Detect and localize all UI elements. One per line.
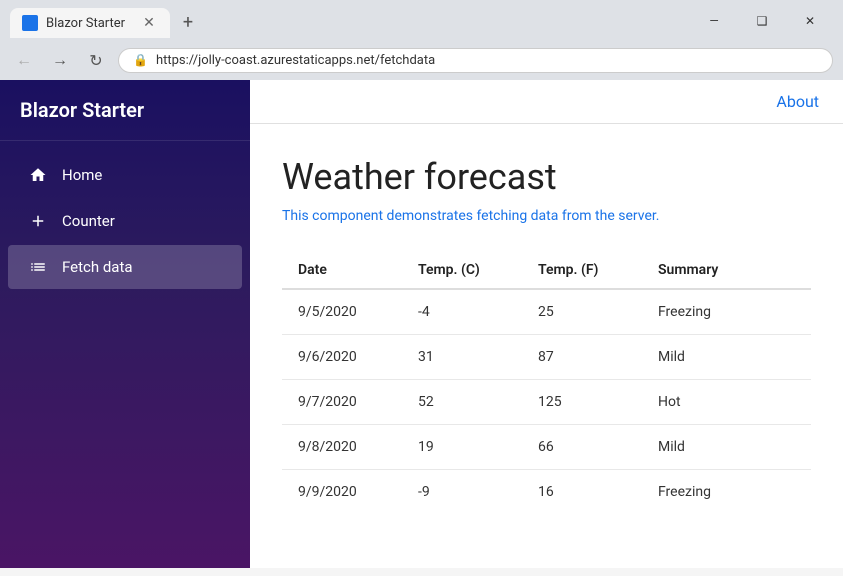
cell-summary: Hot	[642, 380, 811, 425]
new-tab-button[interactable]: +	[174, 8, 202, 36]
cell-tempf: 66	[522, 425, 642, 470]
about-link[interactable]: About	[776, 92, 819, 111]
home-icon	[28, 165, 48, 185]
sidebar-item-fetchdata[interactable]: Fetch data	[8, 245, 242, 289]
table-row: 9/8/20201966Mild	[282, 425, 811, 470]
page-subtitle: This component demonstrates fetching dat…	[282, 208, 811, 224]
main-content: About Weather forecast This component de…	[250, 80, 843, 568]
back-button[interactable]: ←	[10, 46, 38, 74]
cell-summary: Freezing	[642, 289, 811, 335]
weather-table: Date Temp. (C) Temp. (F) Summary 9/5/202…	[282, 252, 811, 514]
sidebar-item-counter-label: Counter	[62, 212, 115, 230]
cell-summary: Mild	[642, 425, 811, 470]
cell-summary: Freezing	[642, 470, 811, 515]
table-row: 9/6/20203187Mild	[282, 335, 811, 380]
table-row: 9/5/2020-425Freezing	[282, 289, 811, 335]
cell-tempf: 16	[522, 470, 642, 515]
sidebar-item-fetchdata-label: Fetch data	[62, 258, 133, 276]
url-text: https://jolly-coast.azurestaticapps.net/…	[156, 53, 435, 68]
plus-icon	[28, 211, 48, 231]
cell-tempc: -4	[402, 289, 522, 335]
address-bar[interactable]: 🔒 https://jolly-coast.azurestaticapps.ne…	[118, 48, 833, 73]
cell-tempc: 31	[402, 335, 522, 380]
table-body: 9/5/2020-425Freezing9/6/20203187Mild9/7/…	[282, 289, 811, 514]
cell-tempf: 25	[522, 289, 642, 335]
cell-date: 9/8/2020	[282, 425, 402, 470]
sidebar-item-counter[interactable]: Counter	[8, 199, 242, 243]
sidebar-item-home-label: Home	[62, 166, 102, 184]
lock-icon: 🔒	[133, 53, 148, 67]
maximize-button[interactable]: ❑	[739, 6, 785, 36]
table-row: 9/9/2020-916Freezing	[282, 470, 811, 515]
window-controls: — ❑ ✕	[691, 6, 833, 36]
cell-date: 9/9/2020	[282, 470, 402, 515]
tab-favicon	[22, 15, 38, 31]
cell-tempf: 87	[522, 335, 642, 380]
col-header-date: Date	[282, 252, 402, 289]
cell-tempf: 125	[522, 380, 642, 425]
minimize-button[interactable]: —	[691, 6, 737, 36]
tab-title: Blazor Starter	[46, 16, 125, 31]
list-icon	[28, 257, 48, 277]
col-header-tempf: Temp. (F)	[522, 252, 642, 289]
table-row: 9/7/202052125Hot	[282, 380, 811, 425]
browser-chrome: Blazor Starter ✕ + — ❑ ✕ ← → ↻ 🔒 https:/…	[0, 0, 843, 80]
reload-button[interactable]: ↻	[82, 46, 110, 74]
app-container: Blazor Starter Home Counter	[0, 80, 843, 568]
table-header: Date Temp. (C) Temp. (F) Summary	[282, 252, 811, 289]
close-button[interactable]: ✕	[787, 6, 833, 36]
sidebar-nav: Home Counter Fetch data	[0, 141, 250, 301]
sidebar: Blazor Starter Home Counter	[0, 80, 250, 568]
browser-tab-active[interactable]: Blazor Starter ✕	[10, 8, 170, 38]
page-title: Weather forecast	[282, 156, 811, 198]
table-header-row: Date Temp. (C) Temp. (F) Summary	[282, 252, 811, 289]
col-header-summary: Summary	[642, 252, 811, 289]
cell-tempc: -9	[402, 470, 522, 515]
col-header-tempc: Temp. (C)	[402, 252, 522, 289]
cell-date: 9/6/2020	[282, 335, 402, 380]
sidebar-item-home[interactable]: Home	[8, 153, 242, 197]
content-area: Weather forecast This component demonstr…	[250, 124, 843, 546]
cell-date: 9/7/2020	[282, 380, 402, 425]
browser-toolbar: ← → ↻ 🔒 https://jolly-coast.azurestatica…	[0, 40, 843, 80]
forward-button[interactable]: →	[46, 46, 74, 74]
cell-tempc: 52	[402, 380, 522, 425]
sidebar-brand: Blazor Starter	[0, 80, 250, 141]
cell-tempc: 19	[402, 425, 522, 470]
cell-summary: Mild	[642, 335, 811, 380]
browser-tabs: Blazor Starter ✕ +	[10, 8, 202, 38]
tab-close-button[interactable]: ✕	[140, 14, 158, 32]
top-bar: About	[250, 80, 843, 124]
browser-titlebar: Blazor Starter ✕ + — ❑ ✕	[0, 0, 843, 40]
cell-date: 9/5/2020	[282, 289, 402, 335]
